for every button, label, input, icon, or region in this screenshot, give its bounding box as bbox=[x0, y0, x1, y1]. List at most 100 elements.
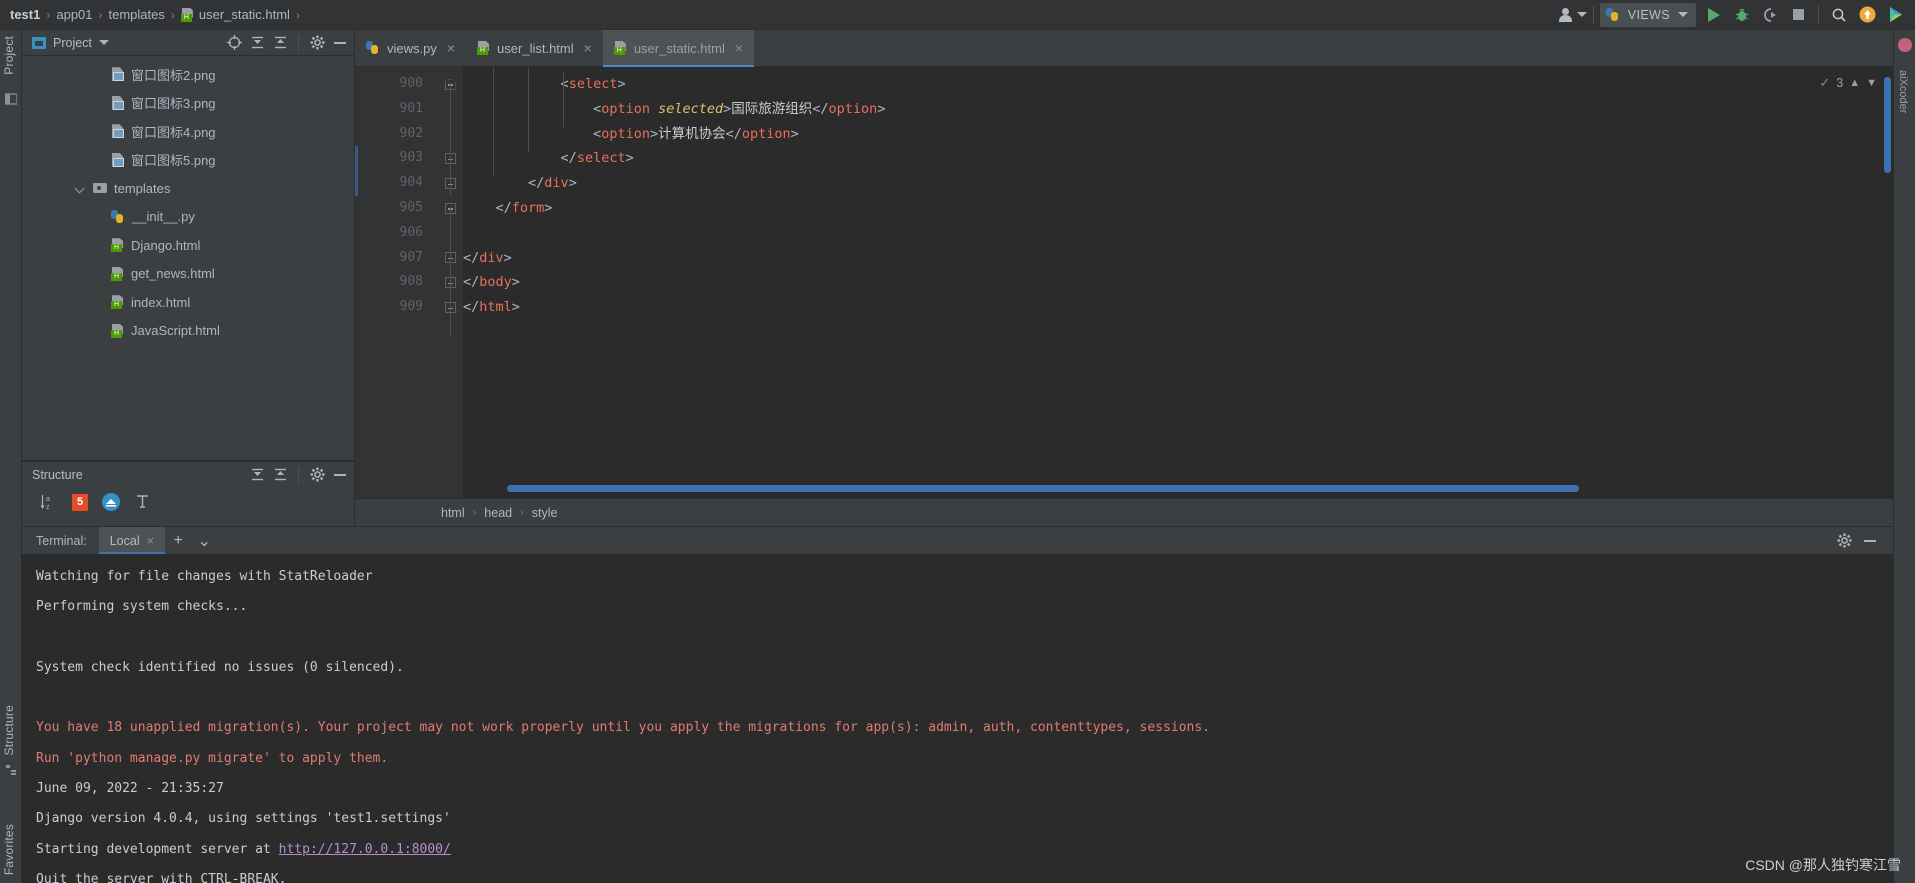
run-coverage-button[interactable] bbox=[1756, 2, 1784, 28]
code-line: </div> bbox=[463, 246, 1893, 271]
tree-item[interactable]: 窗口图标2.png bbox=[22, 60, 354, 89]
tree-item-label: get_news.html bbox=[131, 266, 215, 282]
run-button[interactable] bbox=[1700, 2, 1728, 28]
image-file-icon bbox=[111, 96, 124, 110]
ai-assistant-button[interactable] bbox=[1881, 2, 1909, 28]
scrollbar-thumb[interactable] bbox=[507, 485, 1579, 492]
inspection-widget[interactable]: ✓ 3 ▲ ▼ bbox=[1819, 75, 1877, 91]
code-token: html bbox=[479, 299, 512, 316]
stop-button[interactable] bbox=[1784, 2, 1812, 28]
code-token: option bbox=[741, 125, 791, 142]
project-file-tree[interactable]: 窗口图标2.png 窗口图标3.png 窗口图标4.png 窗口图标5.png temp… bbox=[22, 56, 354, 460]
close-icon[interactable]: × bbox=[147, 533, 155, 548]
chevron-down-icon[interactable]: ⌄ bbox=[191, 527, 217, 554]
editor-tab-user-static-html[interactable]: user_static.html × bbox=[602, 30, 755, 67]
tool-window-project[interactable]: Project bbox=[2, 36, 16, 75]
editor-vertical-scrollbar[interactable] bbox=[1884, 77, 1891, 173]
group-circle-icon[interactable] bbox=[102, 493, 120, 511]
code-token: 国际旅游组织 bbox=[731, 100, 813, 117]
chevron-up-icon[interactable]: ▲ bbox=[1849, 77, 1860, 89]
breadcrumb-separator: › bbox=[295, 7, 300, 22]
debug-button[interactable] bbox=[1728, 2, 1756, 28]
close-icon[interactable]: × bbox=[735, 41, 743, 55]
toolbar-divider bbox=[1818, 5, 1819, 24]
tree-item-label: templates bbox=[114, 180, 171, 196]
breadcrumb-item-test1[interactable]: test1 bbox=[10, 7, 40, 22]
new-terminal-button[interactable]: + bbox=[165, 527, 191, 554]
image-file-icon bbox=[111, 153, 124, 167]
editor-tab-views-py[interactable]: views.py × bbox=[355, 30, 466, 66]
editor-breadcrumb: html › head › style bbox=[355, 498, 1893, 526]
editor-horizontal-scrollbar[interactable] bbox=[437, 485, 1893, 493]
tree-item[interactable]: 窗口图标5.png bbox=[22, 146, 354, 175]
terminal-settings-button[interactable] bbox=[1831, 533, 1857, 548]
tree-item[interactable]: Django.html bbox=[22, 231, 354, 260]
expand-all-button[interactable] bbox=[272, 35, 288, 51]
fold-connector bbox=[450, 207, 451, 337]
chevron-down-icon[interactable] bbox=[98, 40, 109, 45]
close-icon[interactable]: × bbox=[584, 41, 592, 55]
text-filter-icon[interactable] bbox=[134, 493, 152, 511]
html5-icon[interactable]: 5 bbox=[72, 493, 88, 511]
editor-tab-label: user_list.html bbox=[497, 40, 574, 56]
scroll-from-source-button[interactable] bbox=[226, 35, 242, 51]
editor-breadcrumb-item-style[interactable]: style bbox=[532, 506, 558, 520]
structure-tool-window: Structure a z 5 bbox=[22, 460, 354, 526]
hide-panel-button[interactable] bbox=[332, 35, 348, 51]
breadcrumb-item-app01[interactable]: app01 bbox=[56, 7, 92, 22]
terminal-header: Terminal: Local × + ⌄ bbox=[22, 527, 1893, 554]
tree-item[interactable]: 窗口图标4.png bbox=[22, 117, 354, 146]
chevron-down-icon[interactable]: ▼ bbox=[1866, 77, 1877, 89]
tree-item[interactable]: index.html bbox=[22, 288, 354, 317]
chevron-down-icon[interactable] bbox=[76, 183, 86, 193]
indent-guide bbox=[493, 67, 494, 177]
update-project-button[interactable] bbox=[1853, 2, 1881, 28]
code-content[interactable]: <select> <option selected>国际旅游组织</option… bbox=[463, 67, 1893, 498]
panel-settings-button[interactable] bbox=[309, 467, 325, 483]
terminal-tab-local[interactable]: Local × bbox=[98, 527, 166, 554]
bug-icon bbox=[1735, 8, 1749, 21]
account-button[interactable] bbox=[1558, 2, 1587, 28]
tree-item-label: 窗口图标5.png bbox=[131, 153, 216, 169]
tree-item-label: 窗口图标3.png bbox=[131, 96, 216, 112]
search-everywhere-button[interactable] bbox=[1825, 2, 1853, 28]
tool-window-structure[interactable]: Structure bbox=[2, 705, 16, 756]
tool-window-aixcoder[interactable]: aiXcoder bbox=[1897, 70, 1909, 113]
play-icon bbox=[1708, 7, 1720, 22]
breadcrumb: test1 › app01 › templates › user_static.html › bbox=[10, 7, 306, 22]
tree-item[interactable]: JavaScript.html bbox=[22, 317, 354, 346]
editor-fold-column[interactable] bbox=[437, 67, 463, 498]
terminal-output[interactable]: Watching for file changes with StatReloa… bbox=[22, 554, 1893, 883]
tree-item[interactable]: templates bbox=[22, 174, 354, 203]
tree-item[interactable]: __init__.py bbox=[22, 203, 354, 232]
editor-breadcrumb-item-html[interactable]: html bbox=[441, 506, 465, 520]
code-token: </ bbox=[463, 249, 480, 266]
server-url-link[interactable]: http://127.0.0.1:8000/ bbox=[279, 842, 451, 857]
inspection-count: 3 bbox=[1836, 76, 1844, 90]
tool-window-favorites[interactable]: Favorites bbox=[2, 824, 16, 875]
tree-item[interactable]: 窗口图标3.png bbox=[22, 89, 354, 118]
collapse-all-button[interactable] bbox=[249, 467, 265, 483]
terminal-line: System check identified no issues (0 sil… bbox=[36, 659, 404, 675]
run-configuration-selector[interactable]: VIEWS bbox=[1599, 2, 1696, 27]
sort-alpha-icon[interactable]: az bbox=[40, 493, 58, 511]
collapse-all-button[interactable] bbox=[249, 35, 265, 51]
panel-settings-button[interactable] bbox=[309, 35, 325, 51]
close-icon[interactable]: × bbox=[447, 41, 455, 55]
line-number: 907 bbox=[399, 249, 423, 265]
html-file-icon bbox=[111, 324, 124, 338]
expand-all-button[interactable] bbox=[272, 467, 288, 483]
structure-panel-title: Structure bbox=[32, 467, 83, 482]
hide-terminal-button[interactable] bbox=[1857, 539, 1883, 542]
editor-viewport[interactable]: 900 901 902 903 904 905 906 907 908 909 <select> … bbox=[355, 67, 1893, 498]
tree-item[interactable]: get_news.html bbox=[22, 260, 354, 289]
breadcrumb-item-templates[interactable]: templates bbox=[109, 7, 165, 22]
editor-breadcrumb-item-head[interactable]: head bbox=[484, 506, 512, 520]
editor-tab-user-list-html[interactable]: user_list.html × bbox=[466, 30, 603, 66]
hide-panel-button[interactable] bbox=[332, 467, 348, 483]
breadcrumb-item-user-static-html[interactable]: user_static.html bbox=[199, 7, 290, 22]
